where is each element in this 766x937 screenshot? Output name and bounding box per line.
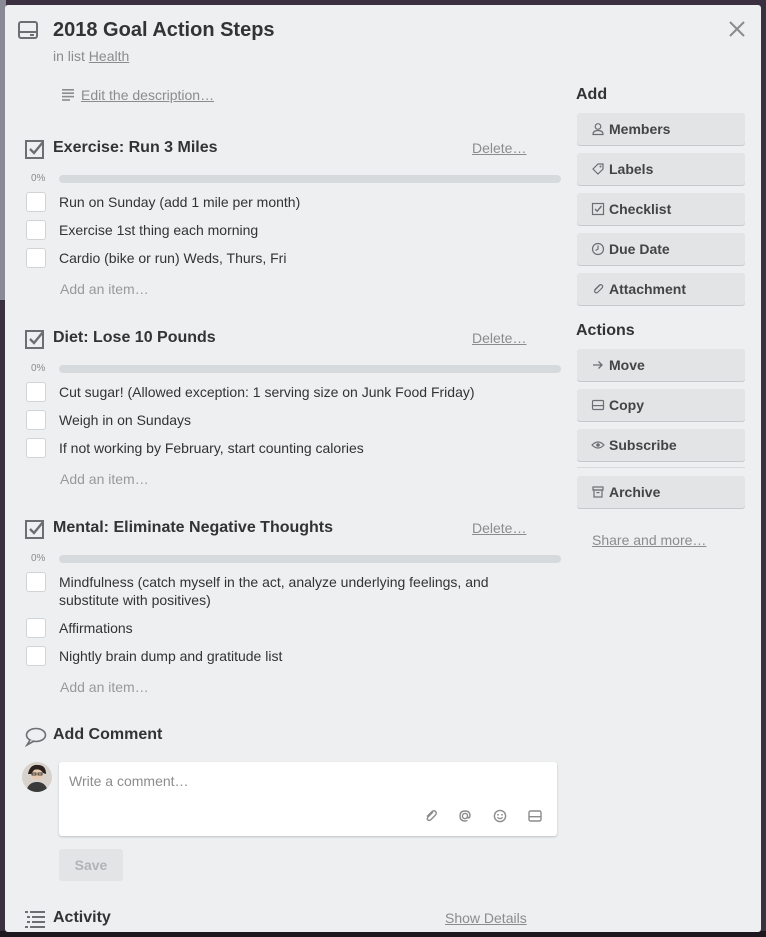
paperclip-icon: [593, 284, 604, 294]
checklist-item-text[interactable]: Affirmations: [59, 619, 504, 637]
list-name-link[interactable]: Health: [89, 48, 129, 64]
copy-label: Copy: [609, 397, 644, 413]
paperclip-icon[interactable]: [423, 808, 439, 824]
add-heading: Add: [576, 86, 608, 103]
labels-button[interactable]: Labels: [577, 153, 745, 185]
user-avatar[interactable]: [22, 762, 52, 792]
checklist-progress-percent: 0%: [31, 553, 46, 564]
share-and-more-link[interactable]: Share and more…: [592, 532, 706, 548]
save-comment-button[interactable]: Save: [59, 849, 123, 881]
comment-input[interactable]: [69, 770, 539, 792]
card-title[interactable]: 2018 Goal Action Steps: [53, 19, 275, 42]
checklist-item-checkbox[interactable]: [26, 572, 46, 592]
checklist-item-checkbox[interactable]: [26, 220, 46, 240]
arrow-right-icon: [593, 361, 603, 369]
add-comment-heading: Add Comment: [53, 726, 163, 743]
due-date-label: Due Date: [609, 241, 670, 257]
mention-icon[interactable]: [457, 808, 473, 824]
emoji-icon[interactable]: [492, 808, 508, 824]
members-label: Members: [609, 121, 671, 137]
actions-heading: Actions: [576, 322, 635, 339]
archive-button[interactable]: Archive: [577, 476, 745, 508]
checklist-item-text[interactable]: Mindfulness (catch myself in the act, an…: [59, 573, 504, 609]
due-date-button[interactable]: Due Date: [577, 233, 745, 265]
comment-bubble-icon: [25, 727, 47, 747]
checklist-delete-link[interactable]: Delete…: [472, 520, 526, 536]
checklist-label: Checklist: [609, 201, 672, 217]
checklist-item-text[interactable]: Exercise 1st thing each morning: [59, 221, 504, 239]
card-icon: [18, 21, 38, 39]
in-list-line: in list Health: [53, 48, 129, 64]
checklist-title[interactable]: Diet: Lose 10 Pounds: [53, 329, 216, 347]
close-icon[interactable]: [725, 17, 749, 41]
checklist-progress-percent: 0%: [31, 363, 46, 374]
checklist-icon: [25, 520, 44, 539]
checklist-item-text[interactable]: If not working by February, start counti…: [59, 439, 504, 457]
attachment-button[interactable]: Attachment: [577, 273, 745, 305]
checklist-delete-link[interactable]: Delete…: [472, 330, 526, 346]
labels-label: Labels: [609, 161, 654, 177]
checklist-delete-link[interactable]: Delete…: [472, 140, 526, 156]
checklist-progress-bar: [59, 555, 561, 563]
checklist-item-checkbox[interactable]: [26, 410, 46, 430]
checklist-item-checkbox[interactable]: [26, 382, 46, 402]
tag-icon: [592, 163, 604, 175]
add-item-link[interactable]: Add an item…: [60, 679, 149, 695]
archive-box-icon: [592, 486, 604, 498]
checklist-item-checkbox[interactable]: [26, 618, 46, 638]
card-detail-modal: 2018 Goal Action Steps in list Health Ed…: [5, 5, 761, 932]
checklist-item-text[interactable]: Nightly brain dump and gratitude list: [59, 647, 504, 665]
subscribe-label: Subscribe: [609, 437, 677, 453]
card-icon: [591, 399, 605, 411]
checklist-item-text[interactable]: Cut sugar! (Allowed exception: 1 serving…: [59, 383, 529, 401]
checklist-item-text[interactable]: Run on Sunday (add 1 mile per month): [59, 193, 504, 211]
checklist-item-text[interactable]: Cardio (bike or run) Weds, Thurs, Fri: [59, 249, 504, 267]
comment-composer: [59, 762, 557, 836]
person-icon: [592, 123, 604, 136]
checklist-item-checkbox[interactable]: [26, 438, 46, 458]
checklist-title[interactable]: Exercise: Run 3 Miles: [53, 139, 218, 157]
in-list-prefix: in list: [53, 48, 85, 64]
description-icon: [62, 89, 74, 101]
checklist-item-checkbox[interactable]: [26, 646, 46, 666]
move-button[interactable]: Move: [577, 349, 745, 381]
edit-description-link[interactable]: Edit the description…: [81, 87, 214, 103]
checklist-icon: [25, 140, 44, 159]
checklist-progress-bar: [59, 175, 561, 183]
members-button[interactable]: Members: [577, 113, 745, 145]
checklist-item-text[interactable]: Weigh in on Sundays: [59, 411, 504, 429]
clock-icon: [591, 242, 605, 256]
add-item-link[interactable]: Add an item…: [60, 281, 149, 297]
copy-button[interactable]: Copy: [577, 389, 745, 421]
add-item-link[interactable]: Add an item…: [60, 471, 149, 487]
card-attach-icon[interactable]: [527, 808, 543, 824]
move-label: Move: [609, 357, 645, 373]
attachment-label: Attachment: [609, 281, 687, 297]
archive-label: Archive: [609, 484, 661, 500]
checklist-button[interactable]: Checklist: [577, 193, 745, 225]
checklist-icon: [25, 330, 44, 349]
checkbox-icon: [591, 202, 605, 216]
subscribe-button[interactable]: Subscribe: [577, 429, 745, 461]
checklist-item-checkbox[interactable]: [26, 192, 46, 212]
sidebar-divider: [577, 467, 745, 468]
eye-icon: [591, 441, 605, 449]
activity-list-icon: [25, 911, 45, 928]
checklist-title[interactable]: Mental: Eliminate Negative Thoughts: [53, 519, 333, 537]
checklist-progress-percent: 0%: [31, 173, 46, 184]
show-details-link[interactable]: Show Details: [445, 910, 527, 926]
checklist-item-checkbox[interactable]: [26, 248, 46, 268]
activity-heading: Activity: [53, 909, 111, 926]
checklist-progress-bar: [59, 365, 561, 373]
